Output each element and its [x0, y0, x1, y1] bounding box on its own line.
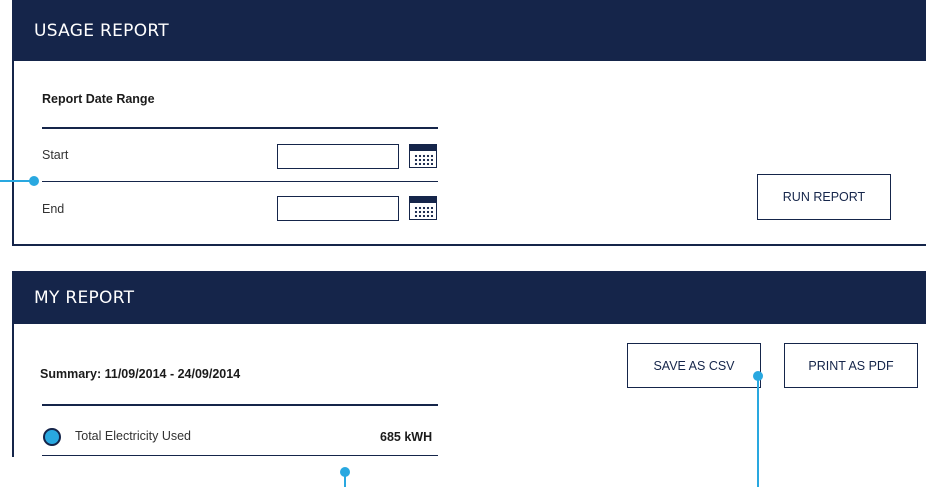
total-electricity-value: 685 kWH [380, 430, 433, 444]
run-report-button[interactable]: RUN REPORT [757, 174, 891, 220]
circle-icon [43, 428, 61, 446]
save-as-csv-button[interactable]: SAVE AS CSV [627, 343, 761, 388]
end-date-input[interactable] [277, 196, 399, 221]
usage-report-title: USAGE REPORT [34, 20, 169, 41]
annotation-line-bottom-right [757, 376, 759, 487]
date-range-divider [42, 127, 438, 129]
summary-label: Summary: 11/09/2014 - 24/09/2014 [40, 367, 241, 381]
total-divider [42, 455, 438, 456]
start-calendar-icon[interactable] [409, 144, 437, 168]
summary-divider [42, 404, 438, 406]
date-range-label: Report Date Range [42, 92, 155, 106]
print-as-pdf-button[interactable]: PRINT AS PDF [784, 343, 918, 388]
end-label: End [42, 202, 65, 216]
end-calendar-icon[interactable] [409, 196, 437, 220]
usage-report-header: USAGE REPORT [14, 0, 926, 61]
annotation-line-bottom-left [344, 472, 346, 487]
total-electricity-label: Total Electricity Used [75, 429, 192, 443]
my-report-title: MY REPORT [34, 287, 135, 308]
start-end-divider [42, 181, 438, 182]
my-report-header: MY REPORT [14, 271, 926, 324]
annotation-dot-left [29, 176, 39, 186]
start-date-input[interactable] [277, 144, 399, 169]
start-label: Start [42, 148, 69, 162]
